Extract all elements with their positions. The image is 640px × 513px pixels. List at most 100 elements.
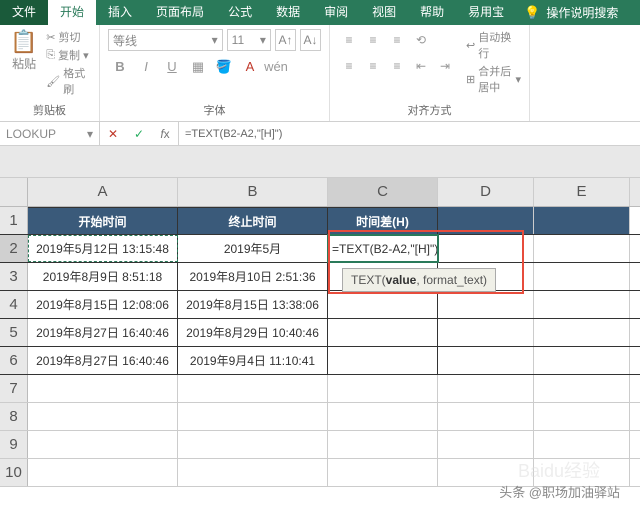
cell-a8[interactable] xyxy=(28,403,178,430)
row-header-8[interactable]: 8 xyxy=(0,403,28,430)
align-middle-button[interactable]: ≡ xyxy=(362,29,384,51)
cell-b7[interactable] xyxy=(178,375,328,402)
row-header-1[interactable]: 1 xyxy=(0,207,28,234)
tab-formulas[interactable]: 公式 xyxy=(216,0,264,25)
cell-b10[interactable] xyxy=(178,459,328,486)
cell-e3[interactable] xyxy=(534,263,630,290)
font-size-select[interactable]: 11▾ xyxy=(227,29,271,51)
align-top-button[interactable]: ≡ xyxy=(338,29,360,51)
cell-e6[interactable] xyxy=(534,347,630,374)
align-bottom-button[interactable]: ≡ xyxy=(386,29,408,51)
align-center-button[interactable]: ≡ xyxy=(362,55,384,77)
cell-c9[interactable] xyxy=(328,431,438,458)
cell-e7[interactable] xyxy=(534,375,630,402)
cell-e2[interactable] xyxy=(534,235,630,262)
cell-b4[interactable]: 2019年8月15日 13:38:06 xyxy=(178,291,328,318)
paste-button[interactable]: 📋 粘贴 xyxy=(8,29,40,97)
font-name-select[interactable]: 等线▾ xyxy=(108,29,223,51)
align-left-button[interactable]: ≡ xyxy=(338,55,360,77)
cell-c4[interactable] xyxy=(328,291,438,318)
cell-d5[interactable] xyxy=(438,319,534,346)
search-help[interactable]: 操作说明搜索 xyxy=(546,4,618,21)
cell-a2[interactable]: 2019年5月12日 13:15:48 xyxy=(28,235,178,262)
cell-c5[interactable] xyxy=(328,319,438,346)
cell-a4[interactable]: 2019年8月15日 12:08:06 xyxy=(28,291,178,318)
fill-color-button[interactable]: 🪣 xyxy=(212,55,236,79)
tab-addon[interactable]: 易用宝 xyxy=(456,0,516,25)
tab-insert[interactable]: 插入 xyxy=(96,0,144,25)
outdent-button[interactable]: ⇥ xyxy=(434,55,456,77)
cell-d9[interactable] xyxy=(438,431,534,458)
cell-c6[interactable] xyxy=(328,347,438,374)
cut-button[interactable]: ✂剪切 xyxy=(46,29,91,45)
merge-center-button[interactable]: ⊞合并后居中▾ xyxy=(466,63,521,95)
cell-c2[interactable]: =TEXT(B2-A2,"[H]") xyxy=(328,235,438,262)
cell-a7[interactable] xyxy=(28,375,178,402)
cell-b6[interactable]: 2019年9月4日 11:10:41 xyxy=(178,347,328,374)
row-header-6[interactable]: 6 xyxy=(0,347,28,374)
cell-a6[interactable]: 2019年8月27日 16:40:46 xyxy=(28,347,178,374)
row-header-5[interactable]: 5 xyxy=(0,319,28,346)
cell-c8[interactable] xyxy=(328,403,438,430)
phonetic-button[interactable]: wén xyxy=(264,55,288,79)
cell-d4[interactable] xyxy=(438,291,534,318)
cell-d8[interactable] xyxy=(438,403,534,430)
row-header-2[interactable]: 2 xyxy=(0,235,28,262)
decrease-font-button[interactable]: A↓ xyxy=(300,29,321,51)
cell-d6[interactable] xyxy=(438,347,534,374)
tab-help[interactable]: 帮助 xyxy=(408,0,456,25)
cell-a10[interactable] xyxy=(28,459,178,486)
cell-d1[interactable] xyxy=(438,207,534,234)
cell-c7[interactable] xyxy=(328,375,438,402)
cell-a3[interactable]: 2019年8月9日 8:51:18 xyxy=(28,263,178,290)
row-header-4[interactable]: 4 xyxy=(0,291,28,318)
tab-file[interactable]: 文件 xyxy=(0,0,48,25)
tab-layout[interactable]: 页面布局 xyxy=(144,0,216,25)
row-header-9[interactable]: 9 xyxy=(0,431,28,458)
underline-button[interactable]: U xyxy=(160,55,184,79)
tab-data[interactable]: 数据 xyxy=(264,0,312,25)
row-header-3[interactable]: 3 xyxy=(0,263,28,290)
cell-e9[interactable] xyxy=(534,431,630,458)
formula-input[interactable]: =TEXT(B2-A2,"[H]") xyxy=(179,122,640,146)
cell-b1[interactable]: 终止时间 xyxy=(178,207,328,234)
cell-a5[interactable]: 2019年8月27日 16:40:46 xyxy=(28,319,178,346)
tab-review[interactable]: 审阅 xyxy=(312,0,360,25)
col-header-e[interactable]: E xyxy=(534,178,630,206)
border-button[interactable]: ▦ xyxy=(186,55,210,79)
wrap-text-button[interactable]: ↩自动换行 xyxy=(466,29,521,61)
row-header-7[interactable]: 7 xyxy=(0,375,28,402)
format-painter-button[interactable]: 🖌格式刷 xyxy=(46,65,91,97)
name-box[interactable]: LOOKUP▾ xyxy=(0,122,100,146)
bold-button[interactable]: B xyxy=(108,55,132,79)
cell-c10[interactable] xyxy=(328,459,438,486)
cell-e8[interactable] xyxy=(534,403,630,430)
cell-b3[interactable]: 2019年8月10日 2:51:36 xyxy=(178,263,328,290)
row-header-10[interactable]: 10 xyxy=(0,459,28,486)
cell-e5[interactable] xyxy=(534,319,630,346)
select-all-corner[interactable] xyxy=(0,178,28,206)
col-header-c[interactable]: C xyxy=(328,178,438,206)
col-header-b[interactable]: B xyxy=(178,178,328,206)
indent-button[interactable]: ⇤ xyxy=(410,55,432,77)
confirm-button[interactable]: ✓ xyxy=(126,122,152,146)
col-header-a[interactable]: A xyxy=(28,178,178,206)
orientation-button[interactable]: ⟲ xyxy=(410,29,432,51)
col-header-d[interactable]: D xyxy=(438,178,534,206)
fx-button[interactable]: fx xyxy=(152,122,178,146)
cancel-button[interactable]: ✕ xyxy=(100,122,126,146)
cell-c1[interactable]: 时间差(H) xyxy=(328,207,438,234)
align-right-button[interactable]: ≡ xyxy=(386,55,408,77)
font-color-button[interactable]: A xyxy=(238,55,262,79)
cell-a9[interactable] xyxy=(28,431,178,458)
cell-a1[interactable]: 开始时间 xyxy=(28,207,178,234)
cell-e4[interactable] xyxy=(534,291,630,318)
cell-e1[interactable] xyxy=(534,207,630,234)
tab-home[interactable]: 开始 xyxy=(48,0,96,25)
tab-view[interactable]: 视图 xyxy=(360,0,408,25)
cell-b9[interactable] xyxy=(178,431,328,458)
increase-font-button[interactable]: A↑ xyxy=(275,29,296,51)
cell-d2[interactable] xyxy=(438,235,534,262)
copy-button[interactable]: ⎘复制▾ xyxy=(46,47,91,63)
cell-b5[interactable]: 2019年8月29日 10:40:46 xyxy=(178,319,328,346)
